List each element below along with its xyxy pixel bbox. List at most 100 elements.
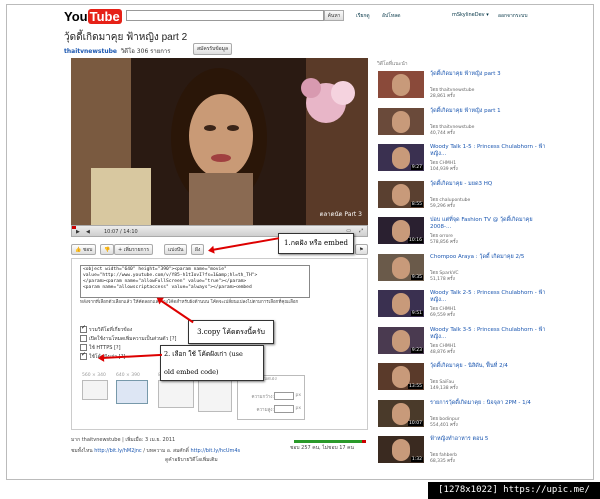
- height-input[interactable]: [274, 405, 294, 413]
- sidebar-video-item[interactable]: 1:32 ฟ้าหญิงทำอาหาร ตอน 5 โดย fahberb 68,33…: [378, 436, 553, 466]
- video-thumbnail[interactable]: 10:16: [378, 217, 424, 244]
- subscribe-button[interactable]: สมัครรับข้อมูล: [193, 43, 233, 55]
- fullscreen-icon[interactable]: ⤢: [359, 228, 363, 234]
- video-title-link[interactable]: รายการวุ้ดดี้เกิดมาคุย : นิจจุลา 2PM - 1…: [430, 400, 550, 407]
- width-input[interactable]: [274, 392, 294, 400]
- share-button[interactable]: แบ่งปัน: [164, 244, 188, 255]
- embed-button[interactable]: ฝัง: [191, 244, 205, 255]
- option-https[interactable]: ใช้ HTTPS [?]: [80, 344, 121, 352]
- video-thumbnail[interactable]: [378, 107, 424, 135]
- video-title: วุ้ดดี้เกิดมาคุย ฟ้าหญิง part 2: [64, 32, 188, 43]
- video-title-link[interactable]: ฟ้าหญิงทำอาหาร ตอน 5: [430, 436, 550, 443]
- video-title-link[interactable]: Woody Talk 3-5 : Princess Chulabhorn - ฟ…: [430, 327, 550, 341]
- size-option-1280[interactable]: [198, 380, 232, 412]
- video-duration: 8:55: [410, 201, 423, 207]
- sidebar-video-item[interactable]: วุ้ดดี้เกิดมาคุย ฟ้าหญิง part 1 โดย thait…: [378, 107, 553, 138]
- flag-button[interactable]: ⚑: [355, 244, 368, 255]
- video-thumbnail[interactable]: 9:27: [378, 144, 424, 171]
- annotation-step3: 3.copy โค้ดตรงนี้ครับ: [188, 320, 274, 344]
- video-thumbnail[interactable]: 8:55: [378, 180, 424, 208]
- video-thumbnail[interactable]: 9:23: [378, 326, 424, 354]
- like-ratio-bar: [294, 440, 366, 443]
- sidebar-video-item[interactable]: 8:55 วุ้ดดี้เกิดมาคุย - มยด3 HQ โดย chalup…: [378, 180, 553, 211]
- logo-tube: Tube: [87, 9, 122, 24]
- flag-icon: ⚑: [359, 247, 364, 253]
- sidebar-video-item[interactable]: 9:23 Woody Talk 3-5 : Princess Chulabhorn…: [378, 326, 553, 357]
- search-input[interactable]: [126, 10, 324, 21]
- option-label: รวมวิดีโอที่เกี่ยวข้อง: [89, 327, 133, 333]
- search-button[interactable]: ค้นหา: [324, 10, 344, 21]
- thumbnail-face: [392, 110, 410, 133]
- links-mid: / บทความ อ. สมศักดิ์: [143, 448, 189, 454]
- show-more-link[interactable]: ดูคำอธิบายวิดีโอเพิ่มเติม: [165, 456, 218, 464]
- video-title-link[interactable]: Woody Talk 2-5 : Princess Chulabhorn - ฟ…: [430, 290, 550, 304]
- embed-code-textarea[interactable]: <object width="640" height="390"><param …: [80, 265, 310, 298]
- video-player[interactable]: ตลาดนัด Part 3: [71, 58, 368, 225]
- thumbnail-face: [392, 256, 410, 279]
- youtube-logo[interactable]: You Tube: [64, 9, 122, 24]
- video-title-link[interactable]: Woody Talk 1-5 : Princess Chulabhorn - ฟ…: [430, 144, 550, 158]
- video-duration: 10:16: [408, 238, 423, 243]
- dislike-button[interactable]: 👎: [100, 244, 115, 255]
- size-option-640[interactable]: [116, 380, 148, 404]
- description-link[interactable]: http://bit.ly/hcUm4s: [190, 448, 240, 454]
- checkbox[interactable]: [80, 324, 87, 333]
- size-label: 560 × 340: [82, 373, 106, 378]
- size-label: 640 × 390: [116, 373, 140, 378]
- video-views: 104,939 ครั้ง: [430, 167, 458, 172]
- video-title-link[interactable]: วุ้ดดี้เกิดมาคุย ฟ้าหญิง part 1: [430, 108, 550, 115]
- checkbox[interactable]: [80, 351, 87, 360]
- video-thumbnail[interactable]: 13:55: [378, 363, 424, 390]
- checkbox[interactable]: [80, 335, 87, 342]
- channel-link[interactable]: thaitvnewstube: [64, 48, 117, 55]
- browse-link[interactable]: เรียกดู: [356, 12, 370, 20]
- description-link[interactable]: http://bit.ly/hM2jnc: [94, 448, 141, 454]
- video-thumbnail[interactable]: 10:07: [378, 399, 424, 427]
- video-title-link[interactable]: Chompoo Araya : วุ้ดดี้ เกิดมาคุย 2/5: [430, 254, 550, 261]
- channel-info: thaitvnewstube วิดีโอ 306 รายการ: [64, 46, 171, 56]
- sidebar-video-item[interactable]: 9:35 Chompoo Araya : วุ้ดดี้ เกิดมาคุย 2/…: [378, 253, 553, 284]
- sidebar-video-item[interactable]: 9:51 Woody Talk 2-5 : Princess Chulabhorn…: [378, 290, 553, 320]
- option-label: ใช้ HTTPS [?]: [89, 345, 121, 351]
- video-duration: 9:27: [410, 165, 423, 170]
- play-icon[interactable]: ▶: [76, 229, 80, 235]
- sidebar-video-item[interactable]: 13:55 วุ้ดดี้เกิดมาคุย - นิสิดัน, ฟื้นที่…: [378, 363, 553, 393]
- volume-icon[interactable]: ◀: [86, 229, 90, 235]
- thumbnail-face: [392, 74, 410, 96]
- sidebar-video-item[interactable]: วุ้ดดี้เกิดมาคุย ฟ้าหญิง part 3 โดย thait…: [378, 71, 553, 101]
- like-count: ชอบ 257 คน, ไม่ชอบ 17 คน: [290, 445, 354, 451]
- video-title-link[interactable]: วุ้ดดี้เกิดมาคุย - นิสิดัน, ฟื้นที่ 2/4: [430, 363, 550, 370]
- video-thumbnail[interactable]: 9:35: [378, 253, 424, 281]
- description-links: ชมทั้งไหน http://bit.ly/hM2jnc / บทความ …: [71, 447, 240, 455]
- size-option-560[interactable]: [82, 380, 108, 400]
- video-title-link[interactable]: วุ้ดดี้เกิดมาคุย ฟ้าหญิง part 3: [430, 71, 550, 78]
- sidebar-video-item[interactable]: 9:27 Woody Talk 1-5 : Princess Chulabhorn…: [378, 144, 553, 174]
- video-thumbnail[interactable]: 1:32: [378, 436, 424, 463]
- video-thumbnail[interactable]: 9:51: [378, 290, 424, 317]
- option-related-videos[interactable]: รวมวิดีโอที่เกี่ยวข้อง: [80, 324, 133, 334]
- video-title-link[interactable]: วุ้ดดี้เกิดมาคุย - มยด3 HQ: [430, 181, 550, 188]
- upload-link[interactable]: อัปโหลด: [382, 12, 400, 20]
- add-to-button[interactable]: + เพิ่มรายการ: [114, 244, 154, 255]
- height-unit: px: [295, 406, 301, 411]
- username-menu[interactable]: mSkylineDev ▾: [452, 12, 489, 18]
- sidebar-video-item[interactable]: 10:16 ปอบ แต่ที่จุด Fashion TV @ วุ้ดดี้เ…: [378, 217, 553, 247]
- video-views: 68,335 ครั้ง: [430, 459, 455, 464]
- annotation-step2-line2: old embed code): [164, 368, 219, 376]
- video-title-link[interactable]: ปอบ แต่ที่จุด Fashion TV @ วุ้ดดี้เกิดมา…: [430, 217, 550, 231]
- like-label: ชอบ: [82, 247, 93, 253]
- video-thumbnail[interactable]: [378, 71, 424, 98]
- thumb-up-icon: 👍: [75, 247, 82, 253]
- video-views: 578,856 ครั้ง: [430, 240, 458, 245]
- chevron-down-icon: ▾: [486, 12, 489, 18]
- option-privacy-mode[interactable]: เปิดใช้งานโหมดเพิ่มความเป็นส่วนตัว [?]: [80, 335, 177, 343]
- size-option-853[interactable]: [158, 380, 194, 408]
- video-views: 149,138 ครั้ง: [430, 386, 458, 391]
- checkbox[interactable]: [80, 344, 87, 351]
- sidebar-video-item[interactable]: 10:07 รายการวุ้ดดี้เกิดมาคุย : นิจจุลา 2P…: [378, 399, 553, 430]
- video-duration: 1:32: [410, 457, 423, 462]
- thumbnail-face: [392, 183, 410, 206]
- like-button[interactable]: 👍 ชอบ: [71, 244, 97, 255]
- channel-meta: วิดีโอ 306 รายการ: [120, 48, 171, 55]
- sign-out-link[interactable]: ออกจากระบบ: [498, 12, 528, 20]
